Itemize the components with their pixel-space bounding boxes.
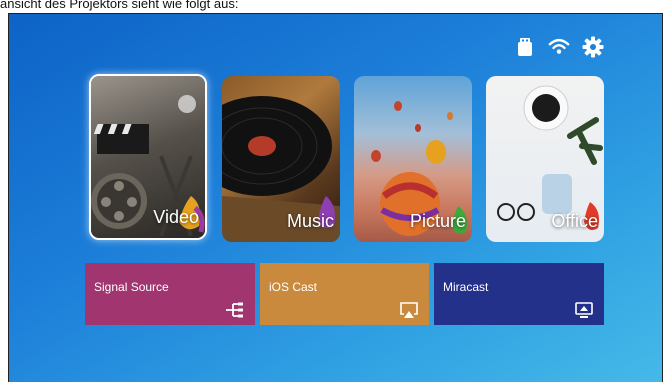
- tile-office[interactable]: Office: [486, 76, 604, 242]
- tile-video-label: Video: [153, 207, 199, 227]
- ios-cast-button[interactable]: iOS Cast: [260, 263, 429, 325]
- projector-home-screen: Video Music Picture Office Signal Source…: [8, 13, 663, 382]
- tile-music-label: Music: [286, 211, 334, 231]
- status-bar: [514, 36, 604, 58]
- page-caption: ansicht des Projektors sieht wie folgt a…: [0, 0, 239, 11]
- tile-video[interactable]: Video: [89, 74, 207, 240]
- miracast-label: Miracast: [443, 280, 489, 294]
- airplay-icon: [399, 301, 419, 319]
- signal-source-label: Signal Source: [94, 280, 169, 294]
- tile-picture[interactable]: Picture: [354, 76, 472, 242]
- tile-picture-label: Picture: [409, 211, 466, 231]
- wifi-icon: [548, 36, 570, 58]
- tile-music[interactable]: Music: [222, 76, 340, 242]
- signal-source-button[interactable]: Signal Source: [85, 263, 255, 325]
- input-source-icon: [225, 301, 245, 319]
- usb-drive-icon: [514, 36, 536, 58]
- screen-mirror-icon: [574, 301, 594, 319]
- gear-icon[interactable]: [582, 36, 604, 58]
- tile-office-label: Office: [551, 211, 598, 231]
- ios-cast-label: iOS Cast: [269, 280, 318, 294]
- miracast-button[interactable]: Miracast: [434, 263, 604, 325]
